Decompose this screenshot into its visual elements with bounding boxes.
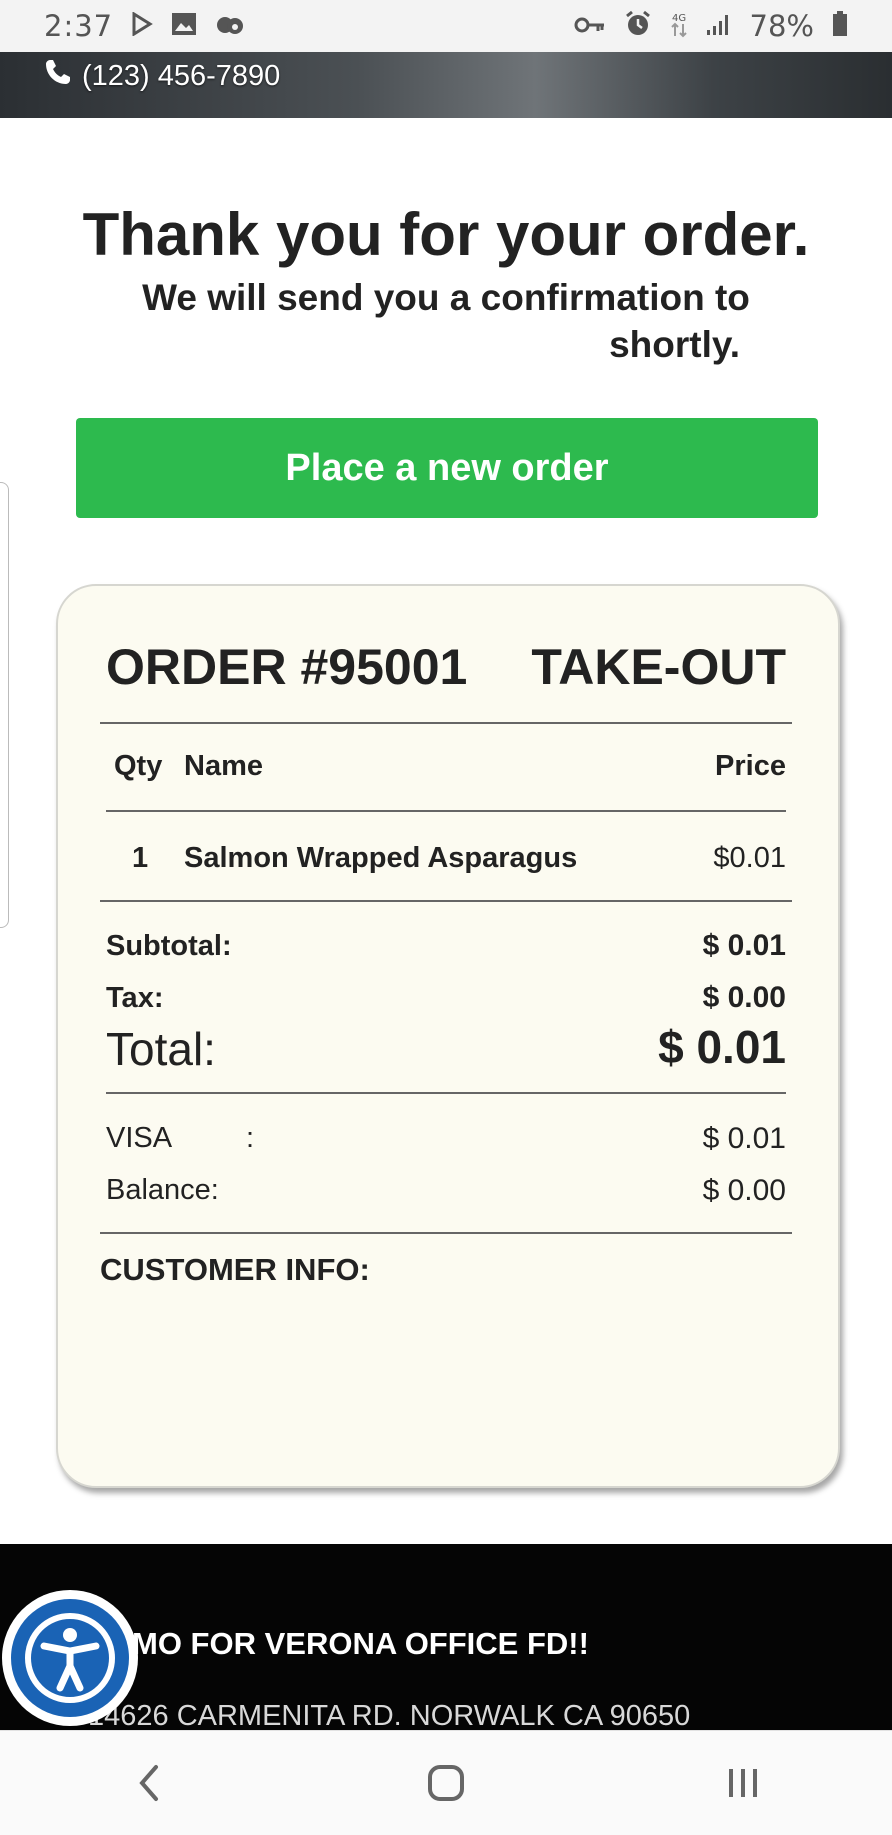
back-icon	[138, 1765, 158, 1801]
total-value: $ 0.01	[658, 1021, 786, 1073]
status-left: 2:37	[44, 9, 245, 43]
image-icon	[171, 12, 197, 40]
order-number: ORDER #95001	[106, 639, 468, 695]
battery-percent: 78%	[749, 9, 814, 43]
footer-promo: MO FOR VERONA OFFICE FD!!	[132, 1626, 589, 1661]
play-icon	[131, 11, 153, 40]
total-label: Total:	[106, 1023, 216, 1075]
order-type: TAKE-OUT	[531, 639, 786, 695]
home-icon	[427, 1765, 464, 1801]
divider	[106, 1092, 786, 1094]
item-price: $0.01	[713, 842, 786, 874]
recent-apps-button[interactable]	[703, 1748, 783, 1818]
side-drawer-handle[interactable]	[0, 482, 9, 928]
battery-icon	[832, 11, 848, 41]
status-time: 2:37	[44, 9, 114, 43]
key-icon	[574, 13, 606, 39]
recent-apps-icon	[729, 1769, 758, 1797]
subtotal-value: $ 0.01	[702, 929, 786, 962]
item-name: Salmon Wrapped Asparagus	[184, 842, 578, 874]
phone-number: (123) 456-7890	[82, 59, 281, 92]
accessibility-button[interactable]	[2, 1590, 138, 1726]
status-bar: 2:37 4G 78%	[0, 0, 892, 52]
footer-address: 14626 CARMENITA RD. NORWALK CA 90650	[88, 1700, 691, 1732]
payment-value: $ 0.01	[702, 1122, 786, 1155]
divider	[100, 900, 792, 902]
alarm-icon	[624, 10, 652, 42]
cloud-icon	[215, 12, 245, 40]
tax-label: Tax:	[106, 982, 164, 1014]
accessibility-icon	[11, 1599, 129, 1717]
column-header-price: Price	[715, 750, 786, 782]
system-navigation-bar	[0, 1730, 892, 1835]
confirmation-message-end: shortly.	[609, 324, 740, 365]
back-button[interactable]	[109, 1748, 189, 1818]
home-button[interactable]	[406, 1748, 486, 1818]
phone-icon	[44, 58, 72, 94]
divider	[106, 810, 786, 812]
divider	[100, 722, 792, 724]
payment-method-label: VISA	[106, 1122, 173, 1154]
column-header-name: Name	[184, 750, 263, 782]
signal-icon	[706, 12, 732, 40]
item-qty: 1	[132, 842, 149, 874]
phone-link[interactable]: (123) 456-7890	[44, 58, 280, 94]
column-header-qty: Qty	[114, 750, 163, 782]
balance-value: $ 0.00	[702, 1174, 786, 1207]
customer-info-heading: CUSTOMER INFO:	[100, 1252, 370, 1287]
place-new-order-button[interactable]: Place a new order	[76, 418, 818, 518]
payment-colon: :	[246, 1122, 255, 1154]
confirmation-message: We will send you a confirmation to	[142, 277, 750, 318]
subtotal-label: Subtotal:	[106, 930, 232, 962]
svg-text:4G: 4G	[672, 13, 686, 24]
balance-label: Balance:	[106, 1174, 219, 1206]
data-icon: 4G	[670, 10, 688, 42]
thank-you-title: Thank you for your order.	[82, 201, 810, 268]
status-right: 4G 78%	[574, 9, 848, 43]
tax-value: $ 0.00	[702, 981, 786, 1014]
divider	[100, 1232, 792, 1234]
